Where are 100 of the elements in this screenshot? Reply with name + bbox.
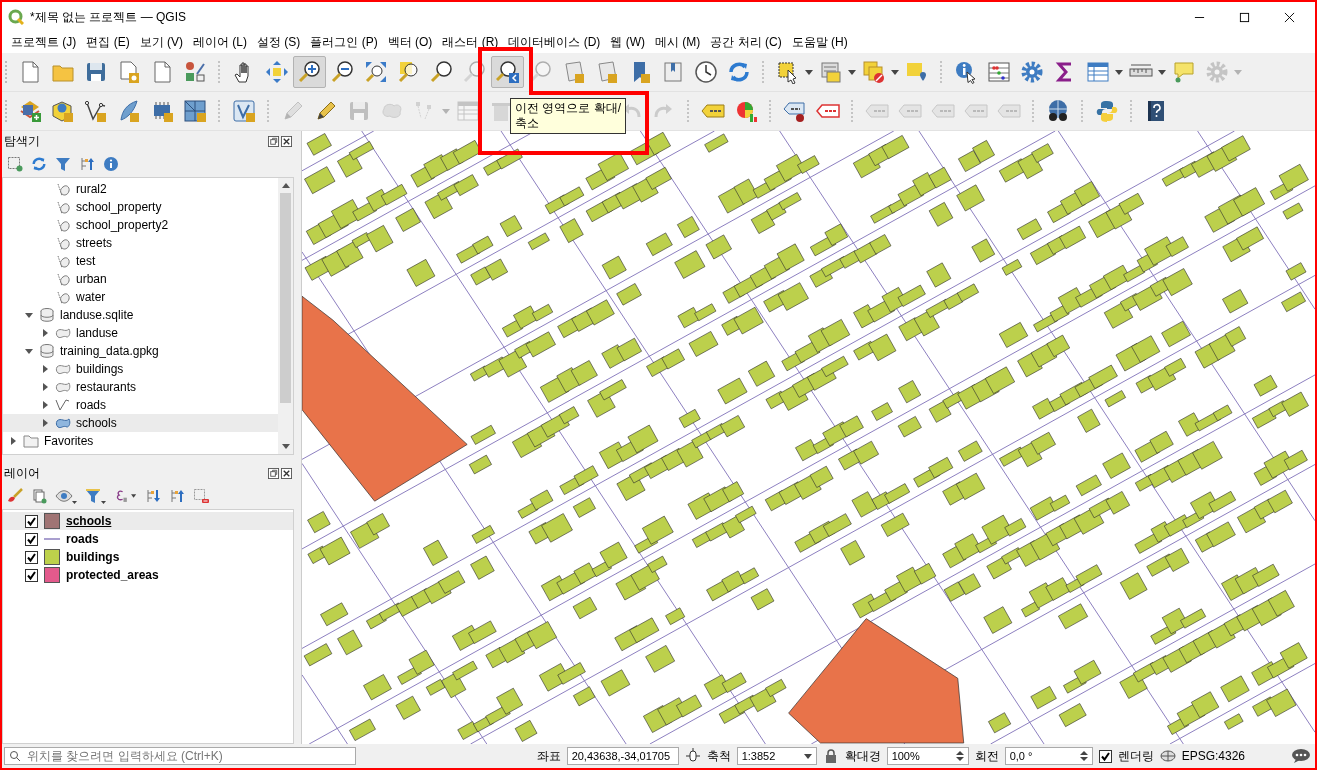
close-icon[interactable] bbox=[281, 135, 292, 147]
tree-item[interactable]: school_property bbox=[3, 198, 278, 216]
tree-item[interactable]: buildings bbox=[3, 360, 278, 378]
caret-icon[interactable] bbox=[1158, 69, 1166, 75]
float-icon[interactable] bbox=[268, 467, 279, 479]
paintbrush-icon[interactable] bbox=[7, 488, 23, 504]
tree-item[interactable]: roads bbox=[3, 396, 278, 414]
collapse-all-icon[interactable] bbox=[79, 156, 95, 172]
mouse-crosshair-icon[interactable] bbox=[684, 748, 701, 764]
menu-item[interactable]: 설정 (S) bbox=[252, 34, 306, 51]
crs-button[interactable]: EPSG:4326 bbox=[1181, 749, 1245, 763]
globe-icon[interactable] bbox=[1159, 748, 1176, 764]
menu-item[interactable]: 레이어 (L) bbox=[188, 34, 252, 51]
tree-item[interactable]: rural2 bbox=[3, 180, 278, 198]
panel-title: 레이어 bbox=[4, 464, 40, 482]
expand-all-icon[interactable] bbox=[145, 488, 161, 504]
float-icon[interactable] bbox=[268, 135, 279, 147]
app-logo-icon bbox=[8, 9, 24, 25]
tree-item[interactable]: schools bbox=[3, 414, 278, 432]
menu-item[interactable]: 편집 (E) bbox=[81, 34, 135, 51]
checkbox[interactable] bbox=[25, 568, 38, 582]
tree-item[interactable]: water bbox=[3, 288, 278, 306]
tree-item[interactable]: training_data.gpkg bbox=[3, 342, 278, 360]
vector-file-icon bbox=[55, 217, 71, 233]
panel-title: 탐색기 bbox=[4, 132, 40, 150]
layer-item[interactable]: protected_areas bbox=[3, 566, 293, 584]
database-icon bbox=[39, 343, 55, 359]
checkbox[interactable] bbox=[25, 514, 38, 528]
coordinate-field[interactable]: 20,43638,-34,01705 bbox=[566, 747, 679, 765]
line-layer-icon bbox=[55, 397, 71, 413]
tree-item[interactable]: landuse.sqlite bbox=[3, 306, 278, 324]
checkbox[interactable] bbox=[25, 550, 38, 564]
menu-item[interactable]: 데이터베이스 (D) bbox=[503, 34, 606, 51]
close-icon[interactable] bbox=[1284, 11, 1295, 23]
layer-item[interactable]: schools bbox=[3, 512, 293, 530]
search-field[interactable]: 위치를 찾으려면 입력하세요 (Ctrl+K) bbox=[4, 747, 356, 765]
menu-item[interactable]: 도움말 (H) bbox=[786, 34, 853, 51]
vector-file-icon bbox=[55, 181, 71, 197]
layer-item[interactable]: roads bbox=[3, 530, 293, 548]
menu-item[interactable]: 공간 처리 (C) bbox=[705, 34, 787, 51]
spin-arrows-icon[interactable] bbox=[1079, 750, 1088, 762]
eye-icon[interactable] bbox=[55, 488, 77, 504]
maximize-icon[interactable] bbox=[1239, 11, 1250, 23]
collapse-arrow-icon[interactable] bbox=[25, 311, 33, 319]
render-label: 렌더링 bbox=[1117, 747, 1154, 765]
menu-item[interactable]: 플러그인 (P) bbox=[305, 34, 383, 51]
scrollbar[interactable] bbox=[278, 178, 293, 454]
menu-item[interactable]: 메시 (M) bbox=[650, 34, 706, 51]
menu-item[interactable]: 웹 (W) bbox=[605, 34, 651, 51]
search-icon bbox=[9, 750, 21, 762]
expand-arrow-icon[interactable] bbox=[41, 365, 49, 373]
expand-arrow-icon[interactable] bbox=[41, 419, 49, 427]
tree-item[interactable]: test bbox=[3, 252, 278, 270]
zoom-in-icon[interactable] bbox=[293, 56, 326, 88]
magnifier-spinbox[interactable]: 100% bbox=[886, 747, 969, 765]
caret-icon[interactable] bbox=[805, 69, 813, 75]
coordinate-label: 좌표 bbox=[536, 747, 561, 765]
checkbox[interactable] bbox=[25, 532, 38, 546]
filter-icon[interactable] bbox=[55, 156, 71, 172]
refresh-icon[interactable] bbox=[31, 156, 47, 172]
filter-icon[interactable] bbox=[85, 488, 107, 504]
caret-icon[interactable] bbox=[803, 753, 812, 759]
tree-item[interactable]: urban bbox=[3, 270, 278, 288]
vector-file-icon bbox=[55, 289, 71, 305]
expand-arrow-icon[interactable] bbox=[41, 401, 49, 409]
expand-arrow-icon[interactable] bbox=[41, 383, 49, 391]
tooltip: 이전 영역으로 확대/ 축소 bbox=[510, 98, 626, 134]
menu-item[interactable]: 보기 (V) bbox=[134, 34, 188, 51]
expand-arrow-icon[interactable] bbox=[9, 437, 17, 445]
vector-file-icon bbox=[55, 235, 71, 251]
vector-file-icon bbox=[55, 271, 71, 287]
tree-item[interactable]: restaurants bbox=[3, 378, 278, 396]
caret-icon[interactable] bbox=[891, 69, 899, 75]
database-icon bbox=[39, 307, 55, 323]
collapse-all-icon[interactable] bbox=[169, 488, 185, 504]
add-group-icon[interactable] bbox=[31, 488, 47, 504]
add-selected-icon[interactable] bbox=[7, 156, 23, 172]
expand-arrow-icon[interactable] bbox=[41, 329, 49, 337]
collapse-arrow-icon[interactable] bbox=[25, 347, 33, 355]
expression-icon[interactable] bbox=[115, 488, 137, 504]
rotation-spinbox[interactable]: 0,0 ° bbox=[1004, 747, 1093, 765]
window-title: *제목 없는 프로젝트 — QGIS bbox=[30, 8, 186, 26]
tree-item[interactable]: landuse bbox=[3, 324, 278, 342]
menu-item[interactable]: 프로젝트 (J) bbox=[6, 34, 82, 51]
layer-item[interactable]: buildings bbox=[3, 548, 293, 566]
menu-item[interactable]: 벡터 (O) bbox=[382, 34, 438, 51]
tree-item[interactable]: school_property2 bbox=[3, 216, 278, 234]
scale-label: 축척 bbox=[706, 747, 731, 765]
scale-dropdown[interactable]: 1:3852 bbox=[736, 747, 817, 765]
tree-item[interactable]: streets bbox=[3, 234, 278, 252]
caret-icon[interactable] bbox=[848, 69, 856, 75]
info-icon[interactable] bbox=[103, 156, 119, 172]
tree-item[interactable]: Favorites bbox=[3, 432, 278, 450]
messages-icon[interactable] bbox=[1291, 748, 1311, 764]
magnifier-back-icon[interactable] bbox=[491, 56, 524, 88]
caret-icon[interactable] bbox=[1115, 69, 1123, 75]
remove-layer-icon[interactable] bbox=[193, 488, 209, 504]
checkbox[interactable] bbox=[1098, 749, 1112, 763]
spin-arrows-icon[interactable] bbox=[955, 750, 964, 762]
close-icon[interactable] bbox=[281, 467, 292, 479]
